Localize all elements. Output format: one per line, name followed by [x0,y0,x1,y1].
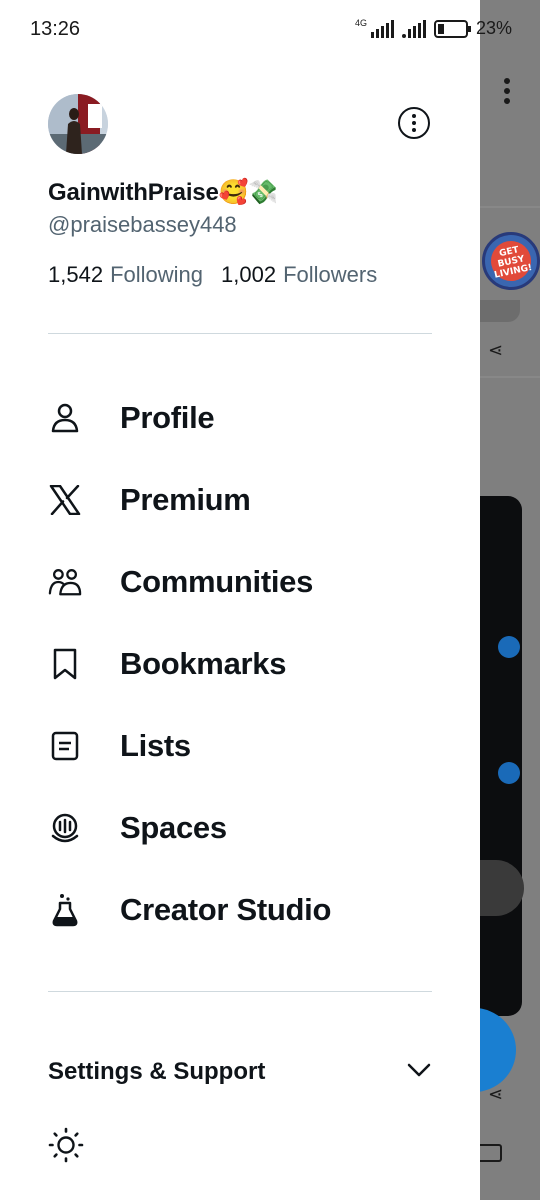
background-divider [480,206,540,208]
chevron-down-icon [406,1062,432,1083]
menu-item-bookmarks[interactable]: Bookmarks [0,623,480,705]
menu-item-profile[interactable]: Profile [0,377,480,459]
background-app-overlay[interactable]: GET BUSY LIVING! ⋖ ⋖ [480,0,540,1200]
battery-percent: 23% [475,18,512,38]
background-divider [480,376,540,378]
status-time: 13:26 [30,18,81,40]
menu-item-label: Premium [120,482,251,517]
menu-item-creator-studio[interactable]: Creator Studio [0,869,480,951]
avatar-photo [48,94,108,154]
divider [48,333,432,334]
menu-item-label: Bookmarks [120,646,287,681]
menu-item-label: Communities [120,564,314,599]
profile-handle: @praisebassey448 [48,212,237,237]
profile-display-name[interactable]: GainwithPraise🥰💸 [48,178,278,207]
background-sticker: GET BUSY LIVING! [482,232,540,290]
divider [48,991,432,992]
followers-count: 1,002 [221,262,277,287]
background-share-icon: ⋖ [488,340,504,360]
menu-item-label: Spaces [120,810,227,845]
menu-item-label: Profile [120,400,215,435]
background-person-icon [498,762,520,784]
follow-stats: 1,542 Following 1,002 Followers [48,262,377,288]
settings-support-toggle[interactable]: Settings & Support [48,1052,432,1092]
menu-item-label: Creator Studio [120,892,332,927]
menu-item-lists[interactable]: Lists [0,705,480,787]
list-icon [48,729,82,763]
account-options-button[interactable] [398,107,430,139]
background-share-icon: ⋖ [488,1084,504,1104]
background-more-icon [502,78,512,108]
theme-toggle-sun-icon[interactable] [48,1127,84,1163]
following-count: 1,542 [48,262,104,287]
flask-icon [48,893,82,927]
background-compose-button [480,1008,516,1092]
background-dark-card [480,496,522,1016]
signal-icon [370,19,394,38]
signal-icon [401,19,426,38]
menu-item-label: Lists [120,728,191,763]
menu-item-premium[interactable]: Premium [0,459,480,541]
menu-item-spaces[interactable]: Spaces [0,787,480,869]
menu-item-communities[interactable]: Communities [0,541,480,623]
settings-support-label: Settings & Support [48,1058,266,1085]
bookmark-icon [48,647,82,681]
communities-icon [48,565,82,599]
drawer-menu: Profile Premium Communities Bookmarks Li… [0,377,480,951]
status-indicators: 4G 23% [355,18,512,39]
sticker-text: GET BUSY LIVING! [487,237,535,285]
battery-icon [433,19,471,38]
followers-link[interactable]: 1,002 Followers [221,262,377,288]
person-icon [48,401,82,435]
background-mail-icon [480,1144,502,1162]
x-logo-icon [48,483,82,517]
spaces-icon [48,811,82,845]
background-pill [480,300,520,322]
navigation-drawer: 13:26 GainwithPraise🥰💸 @praisebassey448 … [0,0,480,1200]
following-link[interactable]: 1,542 Following [48,262,203,288]
following-label: Following [110,262,203,287]
network-type: 4G [354,17,367,28]
followers-label: Followers [283,262,378,287]
avatar[interactable] [48,94,108,154]
background-bell-icon [498,636,520,658]
